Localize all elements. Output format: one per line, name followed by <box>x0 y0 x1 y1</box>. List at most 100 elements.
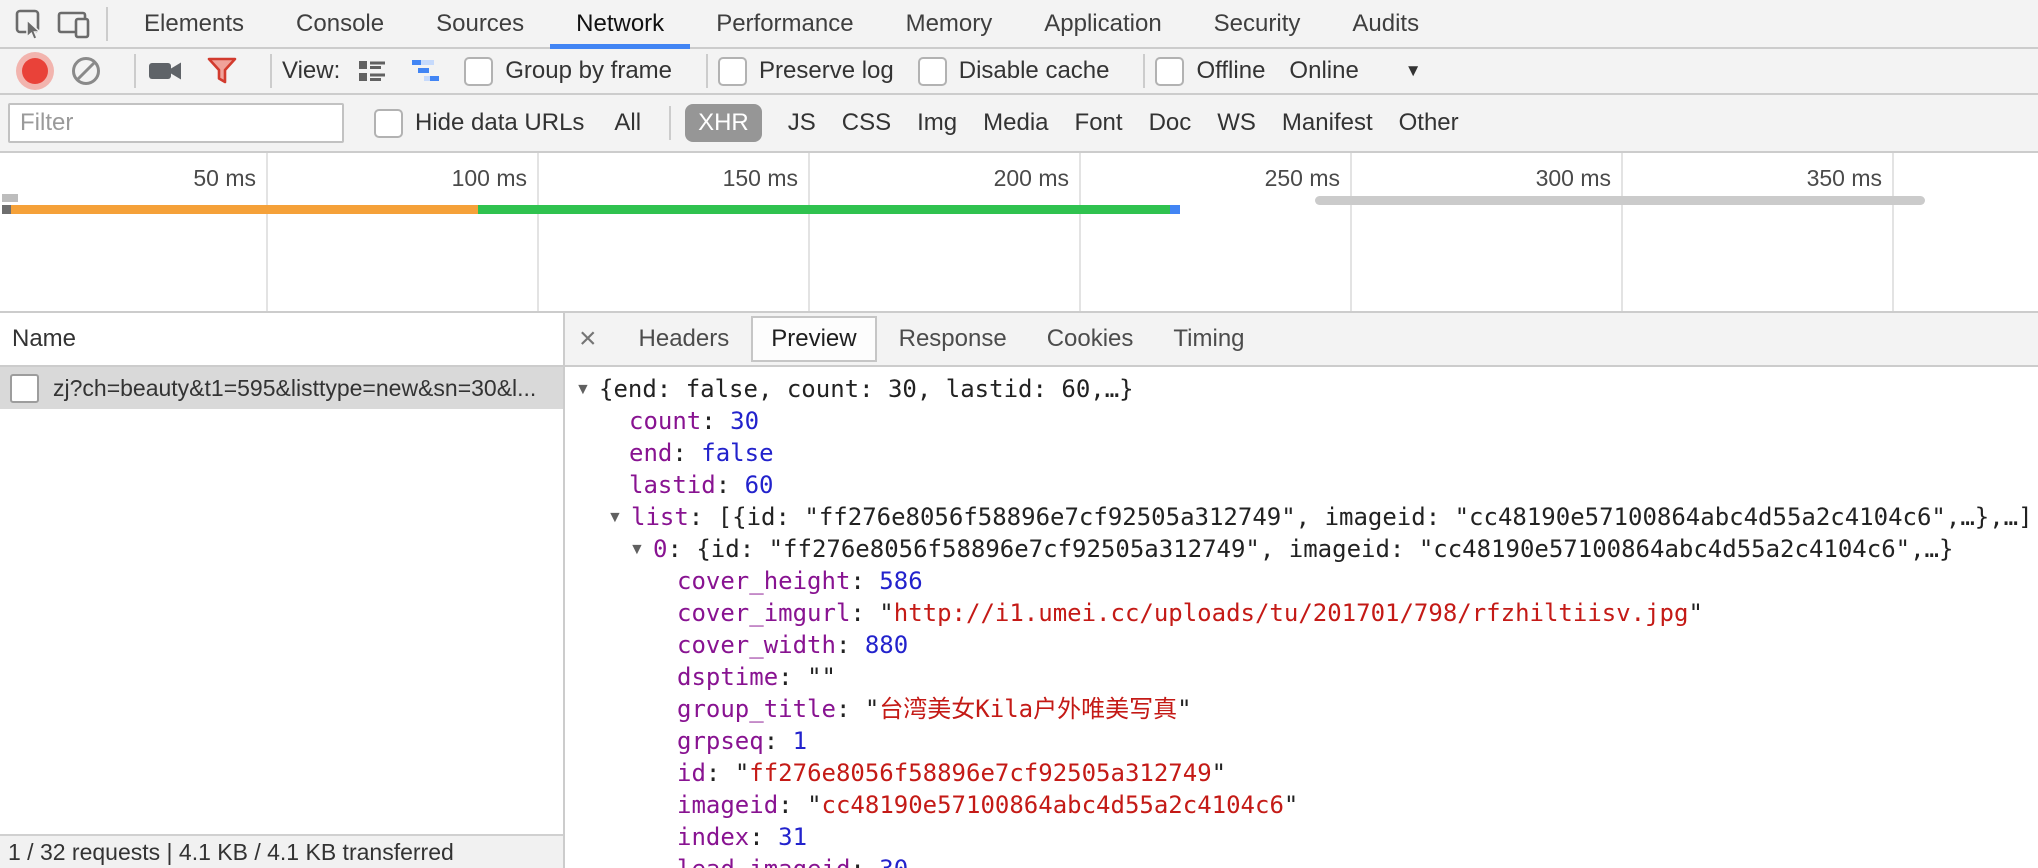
json-segment: id <box>677 759 706 787</box>
detail-tab-timing[interactable]: Timing <box>1155 318 1262 360</box>
json-segment: group_title <box>677 695 836 723</box>
toolbar-divider-1 <box>134 54 136 88</box>
json-segment: "" <box>807 663 836 691</box>
overview-bar-gray-long <box>1315 196 1925 205</box>
tab-console[interactable]: Console <box>270 0 410 47</box>
filter-toggle-button[interactable] <box>206 55 238 87</box>
tab-audits[interactable]: Audits <box>1326 0 1445 47</box>
json-tree-line: dsptime: "" <box>565 661 2038 693</box>
detail-tab-cookies[interactable]: Cookies <box>1029 318 1152 360</box>
tab-sources[interactable]: Sources <box>410 0 550 47</box>
filter-type-xhr[interactable]: XHR <box>685 104 762 142</box>
inspect-element-icon[interactable] <box>8 0 52 47</box>
json-segment: : <box>764 727 793 755</box>
hide-data-urls-checkbox[interactable] <box>374 109 403 138</box>
json-segment: cc48190e57100864abc4d55a2c4104c6 <box>822 791 1284 819</box>
json-segment: count <box>629 407 701 435</box>
json-segment: 30 <box>730 407 759 435</box>
expand-arrow-icon[interactable]: ▼ <box>607 502 631 534</box>
filter-type-all[interactable]: All <box>614 109 641 137</box>
timeline-tick-label: 100 ms <box>452 165 527 192</box>
close-icon[interactable]: × <box>579 324 597 354</box>
detail-tab-response[interactable]: Response <box>881 318 1025 360</box>
offline-option: Offline <box>1155 57 1265 86</box>
devtools-window: ElementsConsoleSourcesNetworkPerformance… <box>0 0 2038 868</box>
json-segment: imageid <box>677 791 778 819</box>
json-preview-tree: ▼{end: false, count: 30, lastid: 60,…}co… <box>565 367 2038 868</box>
json-tree-line: group_title: "台湾美女Kila户外唯美写真" <box>565 693 2038 725</box>
chevron-down-icon[interactable]: ▼ <box>1405 61 1422 81</box>
tab-memory[interactable]: Memory <box>880 0 1019 47</box>
timeline-gridline <box>1892 153 1894 311</box>
json-segment: " <box>735 759 749 787</box>
panel-tabs: ElementsConsoleSourcesNetworkPerformance… <box>118 0 1445 47</box>
json-segment: : <box>836 695 865 723</box>
clear-button[interactable] <box>70 55 102 87</box>
filter-type-font[interactable]: Font <box>1075 109 1123 137</box>
json-segment: : <box>850 599 879 627</box>
detail-tab-preview[interactable]: Preview <box>751 316 876 362</box>
tabbar-icons <box>8 0 96 47</box>
tab-elements[interactable]: Elements <box>118 0 270 47</box>
json-segment: : <box>836 631 865 659</box>
timeline-tick-label: 350 ms <box>1807 165 1882 192</box>
detail-tab-headers[interactable]: Headers <box>621 318 748 360</box>
overview-bar-blue-tip <box>1170 205 1180 214</box>
network-toolbar: View: Group by frame <box>0 49 2038 95</box>
filter-type-doc[interactable]: Doc <box>1149 109 1192 137</box>
tab-application[interactable]: Application <box>1018 0 1187 47</box>
detail-tab-list: HeadersPreviewResponseCookiesTiming <box>621 316 1267 362</box>
network-main: Name zj?ch=beauty&t1=595&listtype=new&sn… <box>0 313 2038 868</box>
record-button[interactable] <box>22 58 48 84</box>
json-segment: : <box>672 439 701 467</box>
filter-type-manifest[interactable]: Manifest <box>1282 109 1373 137</box>
tab-security[interactable]: Security <box>1188 0 1327 47</box>
table-row[interactable]: zj?ch=beauty&t1=595&listtype=new&sn=30&l… <box>0 367 563 409</box>
json-segment: " <box>1688 599 1702 627</box>
json-segment: 880 <box>865 631 908 659</box>
expand-arrow-icon[interactable]: ▼ <box>575 374 599 406</box>
json-segment: cover_height <box>677 567 850 595</box>
json-segment: 60 <box>745 471 774 499</box>
large-rows-button[interactable] <box>356 55 388 87</box>
timeline-overview[interactable]: 50 ms100 ms150 ms200 ms250 ms300 ms350 m… <box>0 153 2038 313</box>
group-by-frame-label: Group by frame <box>505 57 672 85</box>
filter-type-ws[interactable]: WS <box>1217 109 1256 137</box>
preserve-log-checkbox[interactable] <box>718 57 747 86</box>
filter-type-css[interactable]: CSS <box>842 109 891 137</box>
overview-bar-green <box>478 205 1170 214</box>
json-segment: false <box>701 439 773 467</box>
json-tree-line: lead_imageid: 30 <box>565 853 2038 868</box>
json-tree-line: id: "ff276e8056f58896e7cf92505a312749" <box>565 757 2038 789</box>
filter-type-js[interactable]: JS <box>788 109 816 137</box>
waterfall-toggle-button[interactable] <box>410 55 442 87</box>
expand-arrow-icon[interactable]: ▼ <box>629 534 653 566</box>
filter-type-other[interactable]: Other <box>1399 109 1459 137</box>
tab-performance[interactable]: Performance <box>690 0 879 47</box>
disable-cache-checkbox[interactable] <box>918 57 947 86</box>
funnel-icon <box>206 55 238 87</box>
hide-data-urls-label: Hide data URLs <box>415 109 584 137</box>
timeline-tick-label: 150 ms <box>723 165 798 192</box>
filter-input[interactable] <box>8 103 344 143</box>
inspect-cursor-icon <box>13 7 47 41</box>
offline-checkbox[interactable] <box>1155 57 1184 86</box>
capture-screenshots-button[interactable] <box>146 53 184 89</box>
json-segment: " <box>865 695 879 723</box>
request-checkbox[interactable] <box>10 374 39 403</box>
json-segment: : [{id: "ff276e8056f58896e7cf92505a31274… <box>689 503 2033 531</box>
overview-bar-orange <box>11 205 478 214</box>
json-tree-line: imageid: "cc48190e57100864abc4d55a2c4104… <box>565 789 2038 821</box>
overview-bar-dark-tip <box>2 205 11 214</box>
group-by-frame-checkbox[interactable] <box>464 57 493 86</box>
filter-type-list: XHR JS CSS Img Media Font Doc WS Manifest Other <box>687 104 1485 142</box>
timeline-gridline <box>266 153 268 311</box>
name-column-header[interactable]: Name <box>0 313 563 367</box>
tab-network[interactable]: Network <box>550 0 690 47</box>
device-toolbar-icon[interactable] <box>52 0 96 47</box>
filter-type-media[interactable]: Media <box>983 109 1048 137</box>
throttling-select[interactable]: Online <box>1289 57 1358 85</box>
filter-type-img[interactable]: Img <box>917 109 957 137</box>
json-tree-line: cover_imgurl: "http://i1.umei.cc/uploads… <box>565 597 2038 629</box>
json-tree-line: count: 30 <box>565 405 2038 437</box>
